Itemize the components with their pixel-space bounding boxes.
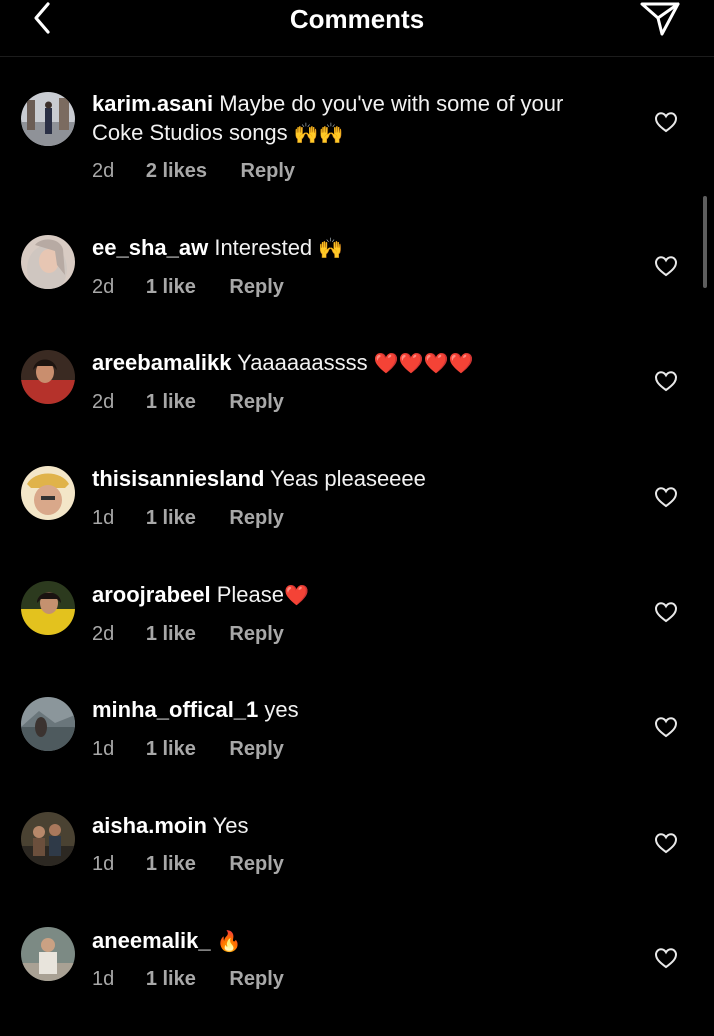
- comment-username[interactable]: ee_sha_aw: [92, 235, 208, 260]
- comment-time: 1d: [92, 968, 115, 990]
- comment-body: yes: [264, 697, 299, 722]
- comment-username[interactable]: minha_offical_1: [92, 697, 258, 722]
- comment-text: karim.asani Maybe do you've with some of…: [92, 89, 612, 148]
- comment-meta: 2d 1 like Reply: [92, 276, 284, 299]
- comment: karim.asani Maybe do you've with some of…: [0, 88, 714, 198]
- comment-text: aisha.moin Yes: [92, 811, 612, 840]
- comment-username[interactable]: aroojrabeel: [92, 582, 211, 607]
- comment-likes[interactable]: 1 like: [146, 853, 196, 876]
- comment-likes[interactable]: 2 likes: [146, 160, 207, 183]
- heart-outline-icon[interactable]: [654, 947, 678, 969]
- comment-text: ee_sha_aw Interested 🙌: [92, 233, 612, 263]
- heart-outline-icon[interactable]: [654, 716, 678, 738]
- comment-meta: 2d 1 like Reply: [92, 391, 284, 414]
- reply-button[interactable]: Reply: [229, 968, 283, 991]
- comment-likes[interactable]: 1 like: [146, 623, 196, 646]
- comment-body: Yaaaaaassss: [237, 350, 368, 375]
- comment-meta: 2d 1 like Reply: [92, 623, 284, 646]
- avatar[interactable]: [21, 927, 75, 981]
- comment-body: Please: [216, 582, 285, 607]
- comment-time: 2d: [92, 276, 115, 298]
- comment-body: Yeas pleaseeee: [270, 466, 426, 491]
- page-title: Comments: [289, 4, 425, 34]
- comment-time: 1d: [92, 507, 115, 529]
- comment-time: 1d: [92, 853, 115, 875]
- comment-time: 1d: [92, 738, 115, 760]
- heart-outline-icon[interactable]: [654, 111, 678, 133]
- paper-plane-icon[interactable]: [638, 0, 682, 40]
- reply-button[interactable]: Reply: [229, 623, 283, 646]
- avatar[interactable]: [21, 466, 75, 520]
- avatar[interactable]: [21, 697, 75, 751]
- comment-meta: 1d 1 like Reply: [92, 507, 284, 530]
- comment-username[interactable]: thisisanniesland: [92, 466, 264, 491]
- comment-meta: 1d 1 like Reply: [92, 853, 284, 876]
- comment-emoji: ❤️❤️❤️❤️: [373, 351, 474, 375]
- heart-outline-icon[interactable]: [654, 255, 678, 277]
- comment-likes[interactable]: 1 like: [146, 276, 196, 299]
- reply-button[interactable]: Reply: [241, 160, 295, 183]
- reply-button[interactable]: Reply: [229, 738, 283, 761]
- reply-button[interactable]: Reply: [229, 276, 283, 299]
- avatar[interactable]: [21, 350, 75, 404]
- avatar[interactable]: [21, 235, 75, 289]
- comment: aneemalik_ 🔥 1d 1 like Reply: [0, 926, 714, 1036]
- reply-button[interactable]: Reply: [229, 853, 283, 876]
- comment-username[interactable]: aisha.moin: [92, 813, 207, 838]
- comment-emoji: 🙌: [318, 236, 344, 260]
- avatar[interactable]: [21, 581, 75, 635]
- comment-meta: 1d 1 like Reply: [92, 968, 284, 991]
- comment-username[interactable]: karim.asani: [92, 91, 213, 116]
- comment-time: 2d: [92, 160, 115, 182]
- comment: ee_sha_aw Interested 🙌 2d 1 like Reply: [0, 233, 714, 343]
- comment-likes[interactable]: 1 like: [146, 738, 196, 761]
- comment-text: thisisanniesland Yeas pleaseeee: [92, 464, 612, 493]
- comment-emoji: ❤️: [284, 583, 309, 607]
- avatar[interactable]: [21, 92, 75, 146]
- comment-likes[interactable]: 1 like: [146, 968, 196, 991]
- heart-outline-icon[interactable]: [654, 832, 678, 854]
- comment-username[interactable]: aneemalik_: [92, 928, 211, 953]
- reply-button[interactable]: Reply: [229, 507, 283, 530]
- heart-outline-icon[interactable]: [654, 486, 678, 508]
- comment-text: aneemalik_ 🔥: [92, 926, 612, 956]
- comment: thisisanniesland Yeas pleaseeee 1d 1 lik…: [0, 464, 714, 574]
- comment-text: areebamalikk Yaaaaaassss ❤️❤️❤️❤️: [92, 348, 612, 378]
- comment-meta: 2d 2 likes Reply: [92, 160, 295, 183]
- heart-outline-icon[interactable]: [654, 601, 678, 623]
- comment-body: Yes: [212, 813, 249, 838]
- comment-username[interactable]: areebamalikk: [92, 350, 231, 375]
- comment-time: 2d: [92, 623, 115, 645]
- avatar[interactable]: [21, 812, 75, 866]
- comment-text: minha_offical_1 yes: [92, 695, 612, 724]
- comment: areebamalikk Yaaaaaassss ❤️❤️❤️❤️ 2d 1 l…: [0, 348, 714, 458]
- comment-emoji: 🙌🙌: [293, 121, 344, 145]
- comment-emoji: 🔥: [216, 929, 242, 953]
- heart-outline-icon[interactable]: [654, 370, 678, 392]
- comment-body: Interested: [214, 235, 313, 260]
- reply-button[interactable]: Reply: [229, 391, 283, 414]
- header: Comments: [0, 0, 714, 57]
- comment-time: 2d: [92, 391, 115, 413]
- comment-likes[interactable]: 1 like: [146, 507, 196, 530]
- comment-text: aroojrabeel Please❤️: [92, 580, 612, 610]
- comment-meta: 1d 1 like Reply: [92, 738, 284, 761]
- comment: aroojrabeel Please❤️ 2d 1 like Reply: [0, 580, 714, 690]
- comment: aisha.moin Yes 1d 1 like Reply: [0, 811, 714, 921]
- comment-likes[interactable]: 1 like: [146, 391, 196, 414]
- comment: minha_offical_1 yes 1d 1 like Reply: [0, 695, 714, 805]
